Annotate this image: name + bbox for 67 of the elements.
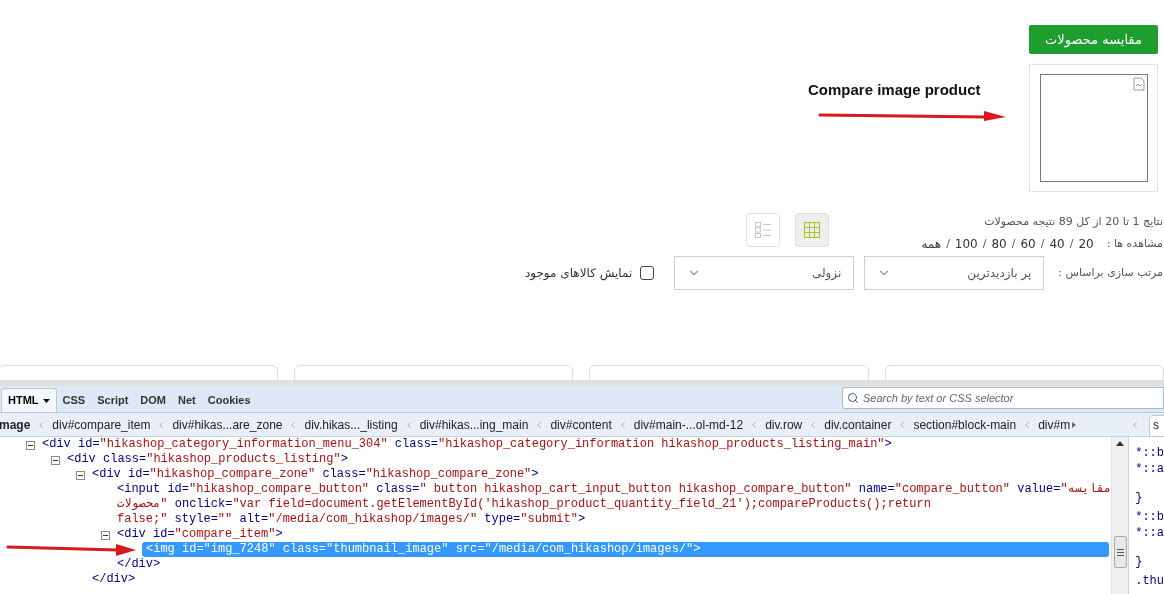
search-field[interactable]: Search by text or CSS selector (842, 387, 1164, 409)
breadcrumb-item[interactable]: div#hikas...ing_main (419, 415, 529, 434)
breadcrumb-item[interactable]: div#compare_item (52, 415, 151, 434)
style-rule-text: } (1135, 554, 1144, 570)
compare-products-button[interactable]: مقایسه محصولات (1029, 25, 1158, 54)
code-line[interactable]: <div id="hikashop_compare_zone" class="hikashop_compare_zone"> (92, 467, 539, 482)
per-page-label: مشاهده ها : (1106, 237, 1163, 251)
code-line[interactable]: false;" style="" alt="/media/com_hikashop/images/" type="submit"> (117, 512, 586, 527)
per-page-option[interactable]: همه (921, 237, 942, 251)
code-line[interactable]: <div id="compare_item"> (117, 527, 283, 542)
collapse-toggle[interactable] (26, 441, 35, 450)
breadcrumb-item[interactable]: div#main-...ol-md-12 (633, 415, 744, 434)
devtools-tab[interactable]: DOM (134, 388, 173, 412)
per-page-separator: / (946, 237, 950, 251)
style-rule-text: *::a (1135, 525, 1164, 541)
style-rule-text: .thu (1135, 573, 1164, 589)
per-page-separator: / (1040, 237, 1045, 251)
per-page-option[interactable]: 60 (1020, 237, 1036, 251)
breadcrumb-item[interactable]: div#m (1038, 415, 1071, 434)
results-summary: نتایج 1 تا 20 از کل 89 نتیجه محصولات (983, 215, 1163, 229)
code-line[interactable]: <div id="hikashop_category_information_menu_304" class="hikashop_category_information hikashop_products_listing_main"> (42, 437, 892, 452)
annotation-label: Compare image product (808, 80, 981, 100)
collapse-toggle[interactable] (101, 531, 110, 540)
scroll-up-icon[interactable] (1116, 441, 1125, 446)
broken-image-icon (1132, 77, 1145, 91)
dropdown-caret-icon (42, 398, 50, 403)
style-rule-text: *::b (1135, 509, 1164, 525)
style-rule-text: *::b (1135, 445, 1164, 461)
list-icon (755, 222, 772, 238)
per-page-option[interactable]: 80 (991, 237, 1007, 251)
collapse-toggle[interactable] (76, 471, 85, 480)
code-line[interactable]: </div> (92, 572, 136, 587)
per-page-separator: / (982, 237, 987, 251)
breadcrumb-item[interactable]: section#block-main (913, 415, 1017, 434)
style-rule-text: *::a (1135, 461, 1164, 477)
breadcrumb-item[interactable]: div.hikas..._listing (304, 415, 398, 434)
devtools-tab[interactable]: Net (172, 388, 202, 412)
scrollbar[interactable] (1111, 437, 1129, 594)
breadcrumb-item[interactable]: div#content (550, 415, 612, 434)
in-stock-checkbox[interactable] (640, 266, 655, 280)
grid-icon (804, 222, 821, 238)
sort-label: مرتب سازی براساس : (1058, 264, 1163, 281)
breadcrumb-item[interactable]: div.container (824, 415, 892, 434)
side-panel-tab[interactable]: s (1149, 415, 1164, 437)
code-line[interactable]: <div class="hikashop_products_listing"> (67, 452, 348, 467)
breadcrumb-item[interactable]: div#hikas...are_zone (172, 415, 283, 434)
sort-select[interactable]: پر بازدیدترین (864, 256, 1045, 290)
breadcrumb-item[interactable]: mage (0, 415, 31, 434)
per-page-separator: / (1011, 237, 1016, 251)
devtools-tab[interactable]: HTML (1, 388, 57, 412)
devtools-tab[interactable]: Cookies (201, 388, 257, 412)
more-arrow-icon (1072, 421, 1077, 428)
code-line[interactable]: </div> (117, 557, 161, 572)
devtools-tab[interactable]: Script (91, 388, 135, 412)
per-page-separator: / (1069, 237, 1074, 251)
chevron-left-icon (1130, 419, 1140, 430)
collapse-toggle[interactable] (51, 456, 60, 465)
style-rule-text: } (1135, 490, 1144, 506)
breadcrumb-item[interactable]: div.row (765, 415, 803, 434)
devtools-tab[interactable]: CSS (56, 388, 92, 412)
per-page-option[interactable]: 20 (1078, 237, 1094, 251)
in-stock-label: نمایش کالاهای موجود (524, 265, 633, 282)
search-icon (847, 392, 859, 404)
sort-select[interactable]: نزولی (674, 256, 855, 290)
scrollbar-thumb[interactable] (1113, 536, 1127, 568)
per-page-option[interactable]: 40 (1049, 237, 1065, 251)
per-page-option[interactable]: 100 (954, 237, 978, 251)
